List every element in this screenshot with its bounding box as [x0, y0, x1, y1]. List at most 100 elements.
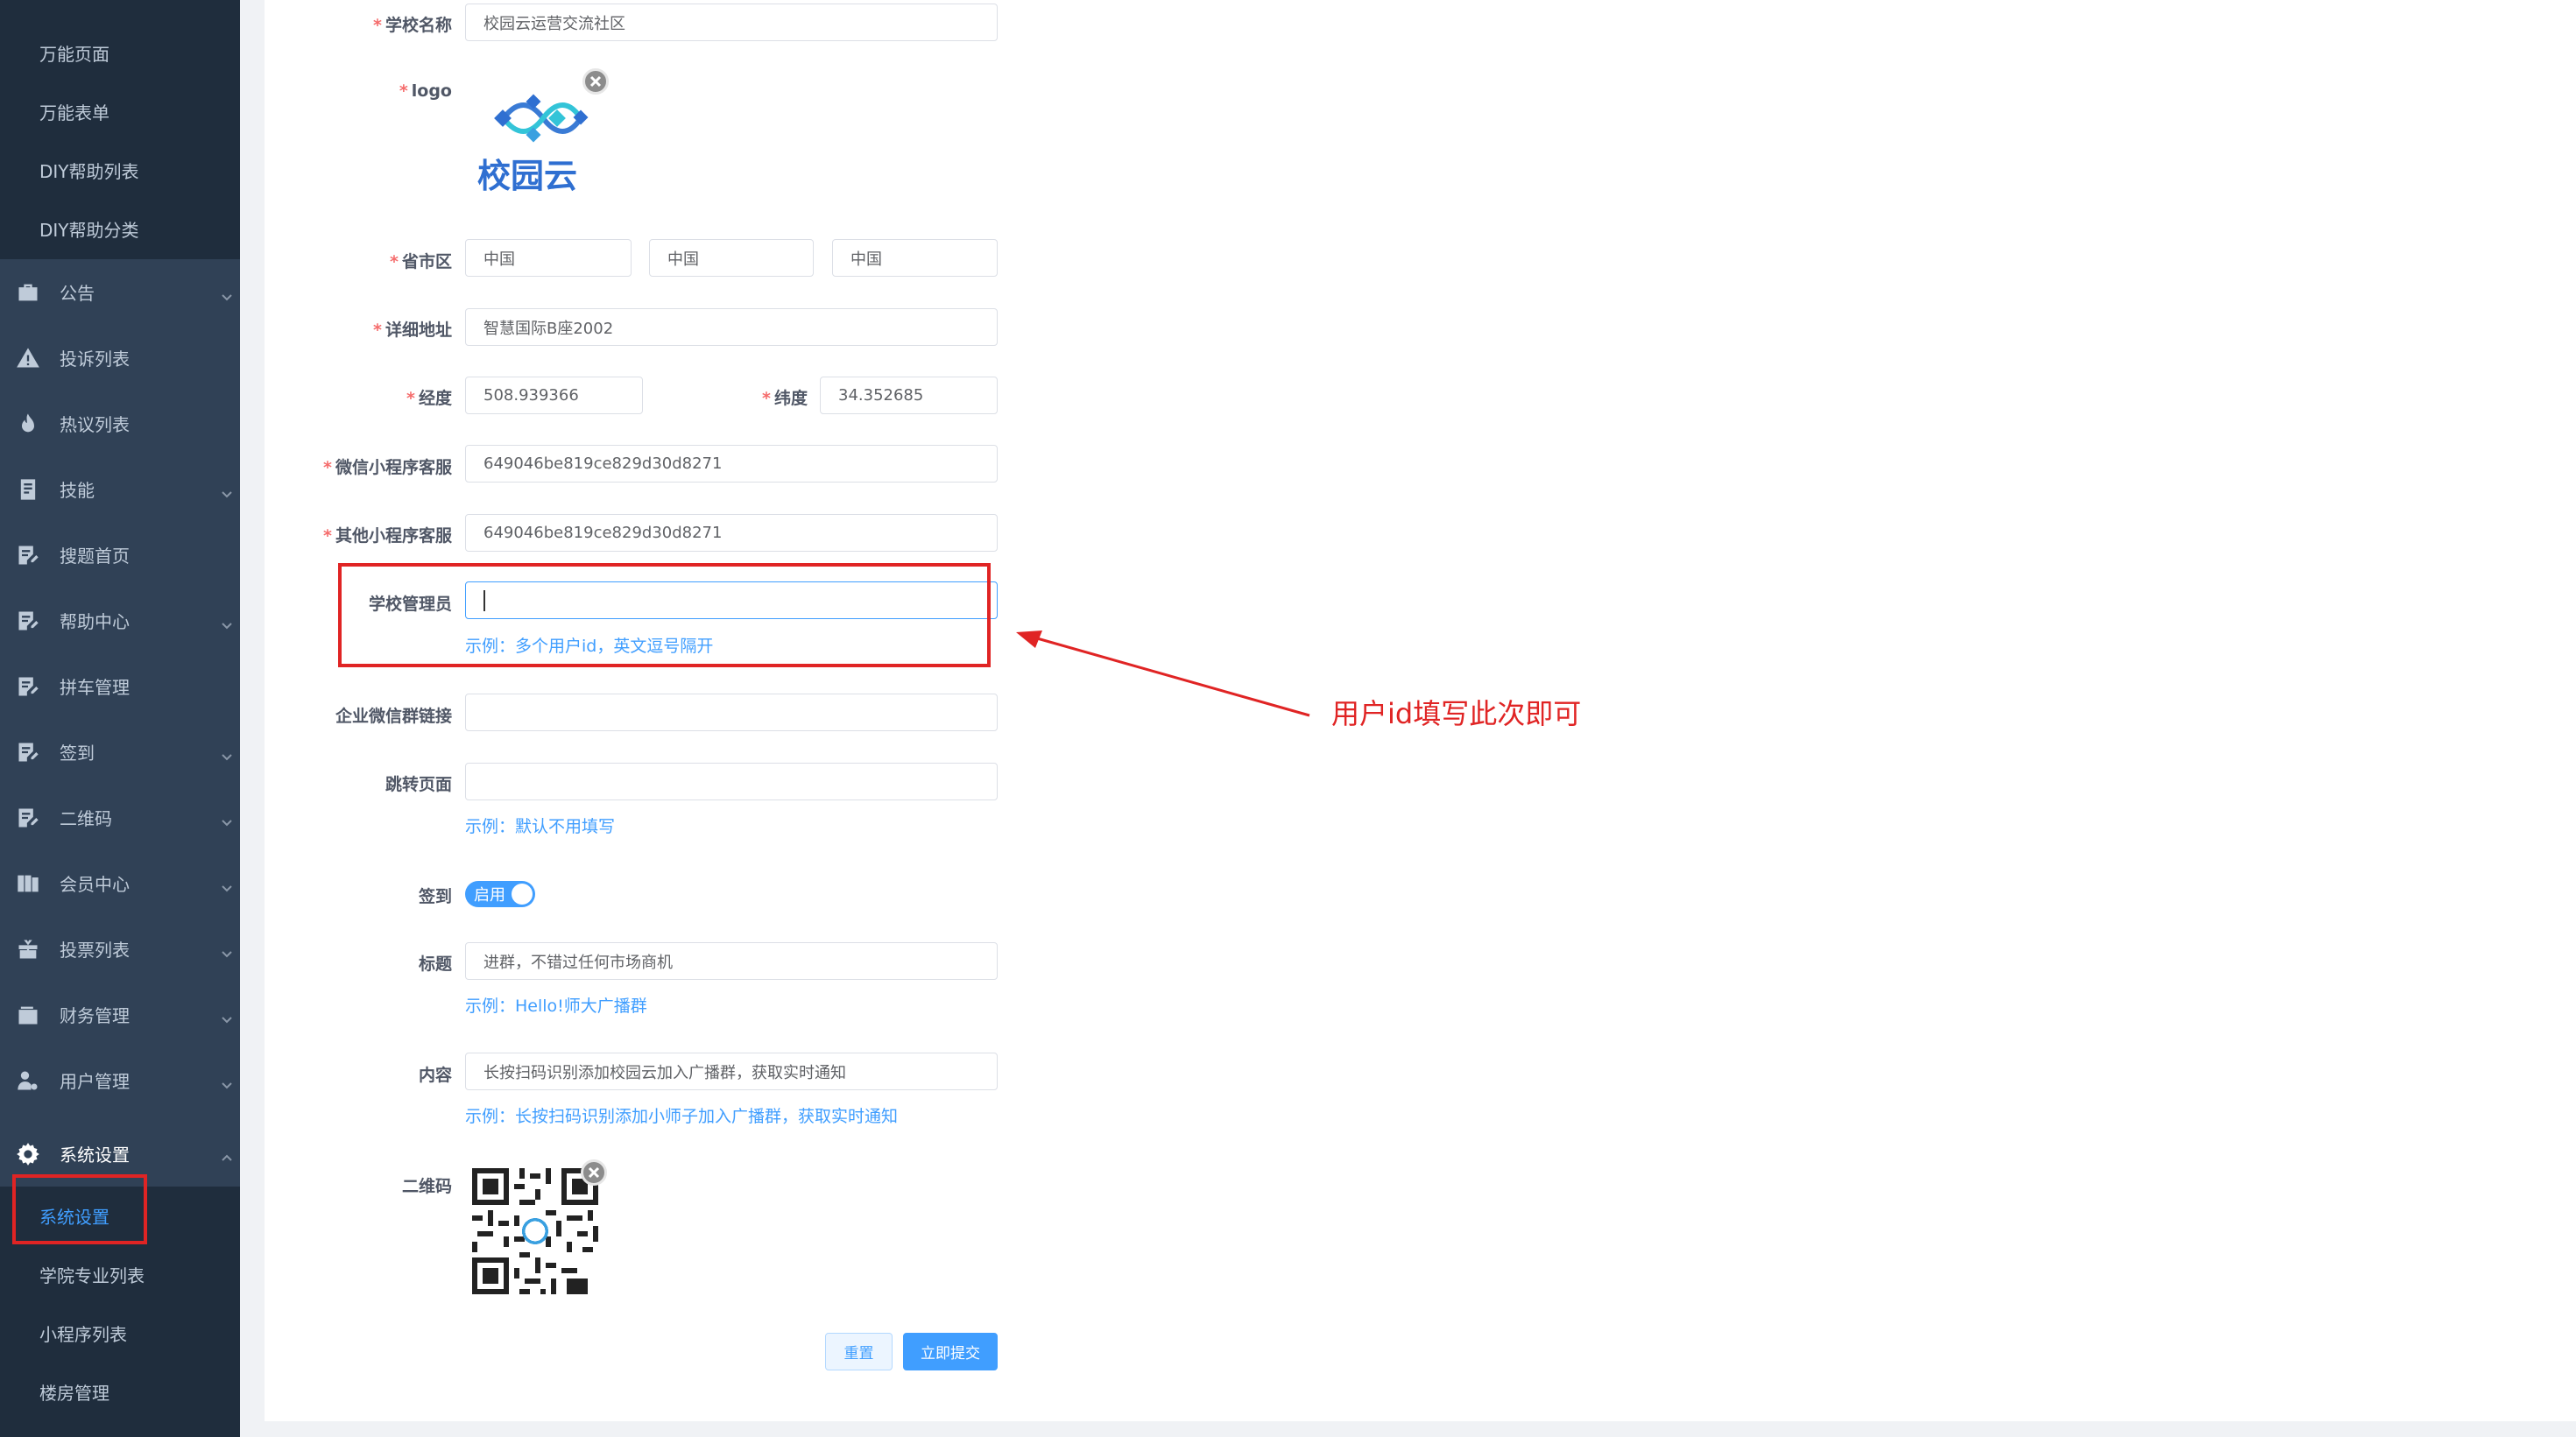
gear-icon	[13, 1139, 43, 1169]
chevron-down-icon	[221, 1009, 233, 1023]
sidebar-subitem-building-management[interactable]: 楼房管理	[0, 1363, 240, 1421]
sidebar-item-label: 拼车管理	[60, 677, 130, 698]
sidebar-item-user-management[interactable]: 用户管理	[0, 1047, 240, 1113]
user-gear-icon	[13, 1066, 43, 1095]
submenu-top: 万能页面 万能表单 DIY帮助列表 DIY帮助分类	[0, 0, 240, 259]
annotation-text: 用户id填写此次即可	[1331, 697, 1582, 730]
district-select[interactable]: 中国	[832, 239, 998, 277]
title-input[interactable]: 进群，不错过任何市场商机	[465, 942, 998, 980]
sidebar-item-complaints[interactable]: 投诉列表	[0, 325, 240, 391]
province-select[interactable]: 中国	[465, 239, 632, 277]
edit-doc-icon	[13, 737, 43, 767]
sidebar-item-member-center[interactable]: 会员中心	[0, 850, 240, 916]
sidebar-item-label: 搜题首页	[60, 546, 130, 567]
sidebar-item-label: 二维码	[60, 808, 112, 829]
columns-icon	[13, 869, 43, 898]
chevron-down-icon	[221, 877, 233, 891]
sidebar-subitem-wanneng-form[interactable]: 万能表单	[0, 82, 240, 141]
subitem-label: DIY帮助列表	[39, 161, 139, 182]
school-name-input[interactable]: 校园云运营交流社区	[465, 4, 998, 41]
submit-button[interactable]: 立即提交	[903, 1333, 998, 1370]
chevron-down-icon	[221, 1074, 233, 1088]
subitem-label: 学院专业列表	[39, 1265, 145, 1286]
sidebar-item-finance[interactable]: 财务管理	[0, 982, 240, 1047]
chevron-down-icon	[221, 746, 233, 760]
toggle-text: 启用	[474, 886, 505, 905]
sidebar-item-label: 签到	[60, 743, 95, 764]
sidebar-subitem-wanneng-page[interactable]: 万能页面	[0, 24, 240, 82]
sidebar-item-qrcode[interactable]: 二维码	[0, 785, 240, 850]
warning-icon	[13, 343, 43, 373]
field-label-signin: 签到	[418, 887, 452, 906]
chevron-down-icon	[221, 943, 233, 957]
subitem-label: DIY帮助分类	[39, 220, 139, 241]
field-label-latitude: * 纬度	[762, 389, 808, 408]
toggle-knob	[512, 884, 533, 905]
subitem-label: 万能页面	[39, 44, 109, 65]
field-label-qrcode: 二维码	[401, 1177, 452, 1196]
sidebar-item-skills[interactable]: 技能	[0, 456, 240, 522]
sidebar-item-hot-topics[interactable]: 热议列表	[0, 391, 240, 456]
sidebar-item-label: 技能	[60, 480, 95, 501]
edit-doc-icon	[13, 540, 43, 570]
chevron-up-icon	[221, 1148, 233, 1161]
content-hint: 示例：长按扫码识别添加小师子加入广播群，获取实时通知	[465, 1107, 899, 1126]
sidebar-item-vote-list[interactable]: 投票列表	[0, 916, 240, 982]
latitude-input[interactable]: 34.352685	[820, 377, 998, 414]
reset-button[interactable]: 重置	[825, 1333, 893, 1370]
sidebar-item-label: 投诉列表	[60, 349, 130, 370]
book-icon	[13, 475, 43, 504]
field-label-longitude: * 经度	[406, 389, 452, 408]
edit-doc-icon	[13, 606, 43, 636]
field-label-region: * 省市区	[390, 252, 452, 271]
wecom-link-input[interactable]	[465, 694, 998, 731]
city-select[interactable]: 中国	[649, 239, 814, 277]
address-input[interactable]: 智慧国际B座2002	[465, 308, 998, 346]
field-label-address: * 详细地址	[373, 321, 452, 340]
sidebar-item-label: 系统设置	[60, 1145, 130, 1166]
close-icon	[588, 1166, 600, 1179]
sidebar-item-label: 用户管理	[60, 1071, 130, 1092]
chevron-down-icon	[221, 812, 233, 826]
field-label-content: 内容	[418, 1066, 452, 1085]
sidebar-item-help-center[interactable]: 帮助中心	[0, 588, 240, 653]
chevron-down-icon	[221, 286, 233, 300]
longitude-input[interactable]: 508.939366	[465, 377, 643, 414]
sidebar-item-signin[interactable]: 签到	[0, 719, 240, 785]
chevron-down-icon	[221, 615, 233, 629]
field-label-title: 标题	[418, 954, 452, 974]
sidebar-item-label: 帮助中心	[60, 611, 130, 632]
title-hint: 示例：Hello!师大广播群	[465, 997, 647, 1016]
content-input[interactable]: 长按扫码识别添加校园云加入广播群，获取实时通知	[465, 1053, 998, 1090]
field-label-wecom-link: 企业微信群链接	[335, 707, 452, 726]
briefcase-icon	[13, 278, 43, 307]
other-service-input[interactable]: 649046be819ce829d30d8271	[465, 514, 998, 552]
field-label-other-service: * 其他小程序客服	[323, 526, 452, 546]
subitem-label: 万能表单	[39, 102, 109, 123]
sidebar-item-announcement[interactable]: 公告	[0, 259, 240, 325]
close-icon	[589, 75, 602, 88]
sidebar-item-question-search[interactable]: 搜题首页	[0, 522, 240, 588]
sidebar-subitem-miniprogram-list[interactable]: 小程序列表	[0, 1304, 240, 1363]
jump-page-input[interactable]	[465, 763, 998, 800]
edit-doc-icon	[13, 803, 43, 833]
sidebar-subitem-diy-help-category[interactable]: DIY帮助分类	[0, 200, 240, 258]
field-label-school-name: * 学校名称	[373, 16, 452, 35]
sidebar-item-label: 会员中心	[60, 874, 130, 895]
field-label-logo: * logo	[399, 81, 452, 101]
signin-toggle[interactable]: 启用	[465, 881, 535, 907]
sidebar-subitem-diy-help-list[interactable]: DIY帮助列表	[0, 141, 240, 200]
remove-qrcode-button[interactable]	[581, 1159, 607, 1186]
sidebar-item-label: 投票列表	[60, 940, 130, 961]
field-label-wechat-service: * 微信小程序客服	[323, 458, 452, 477]
jump-page-hint: 示例：默认不用填写	[465, 817, 616, 836]
chevron-down-icon	[221, 483, 233, 497]
wechat-service-input[interactable]: 649046be819ce829d30d8271	[465, 445, 998, 483]
sidebar-item-carpool[interactable]: 拼车管理	[0, 653, 240, 719]
logo-image[interactable]: 校园云	[477, 88, 600, 197]
qrcode-image[interactable]	[467, 1163, 603, 1300]
sidebar-subitem-college-majors[interactable]: 学院专业列表	[0, 1245, 240, 1304]
sidebar-item-label: 热议列表	[60, 414, 130, 435]
field-label-jump-page: 跳转页面	[385, 775, 452, 794]
remove-logo-button[interactable]	[582, 68, 609, 95]
